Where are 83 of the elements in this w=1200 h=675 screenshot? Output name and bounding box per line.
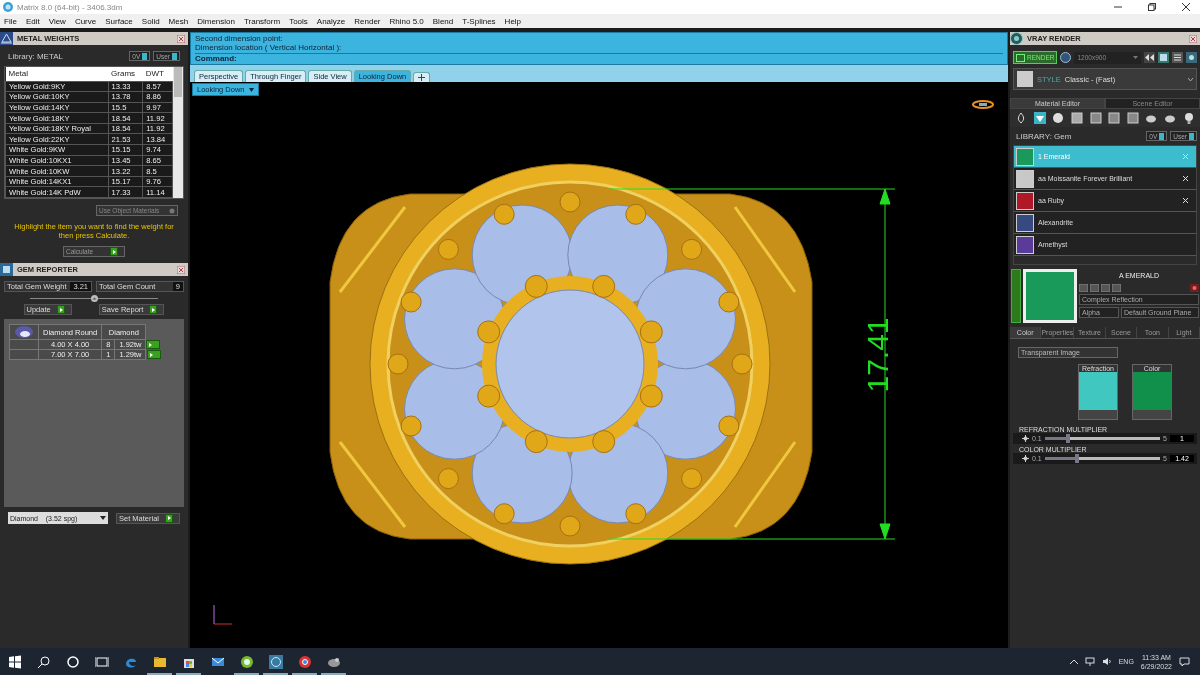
slider-thumb[interactable] [1075, 454, 1080, 463]
task-view-icon[interactable] [94, 654, 109, 669]
slider-thumb[interactable] [1065, 434, 1070, 443]
app-icon [268, 654, 283, 669]
list-icon[interactable] [1172, 52, 1183, 63]
menu-item[interactable]: Render [354, 16, 381, 26]
app-icon [239, 654, 254, 669]
globe-icon[interactable] [1060, 52, 1072, 63]
menu-item[interactable]: Blend [432, 16, 454, 26]
remove-icon[interactable] [1183, 176, 1188, 181]
render-logo-icon [1010, 32, 1023, 45]
window-icon[interactable] [1158, 52, 1169, 63]
chevron-up-icon[interactable] [1069, 659, 1078, 664]
command-history-line: Second dimension point: [195, 34, 284, 43]
menu-item[interactable]: Tools [289, 16, 308, 26]
command-history-line: Dimension location ( Vertical Horizontal ): [195, 43, 343, 52]
menu-item[interactable]: Help [504, 16, 522, 26]
menu-item[interactable]: Solid [141, 16, 160, 26]
play-icon [110, 247, 118, 257]
close-icon[interactable] [1182, 3, 1190, 11]
menu-item[interactable]: File [4, 16, 17, 26]
remove-icon[interactable] [1183, 198, 1188, 203]
caret-icon [248, 87, 254, 92]
menu-item[interactable]: Surface [105, 16, 133, 26]
slider-track[interactable] [1044, 437, 1161, 440]
menu-item[interactable]: View [48, 16, 66, 26]
scrollbar[interactable] [173, 67, 183, 199]
play-icon [56, 305, 65, 315]
network-icon[interactable] [1084, 657, 1095, 666]
maximize-icon[interactable] [1148, 3, 1156, 11]
column-header: Metal [5, 67, 109, 81]
photo-placeholder [1017, 71, 1033, 87]
window-title: Matrix 8.0 (64-bit) - 3406.3dm [17, 2, 123, 12]
scale-icon [0, 32, 13, 45]
slider-track[interactable] [1044, 457, 1161, 460]
rewind-icon[interactable] [1144, 52, 1155, 63]
caret-icon [99, 516, 106, 521]
select-button[interactable] [146, 350, 161, 360]
render-icon [1016, 53, 1025, 62]
menu-item[interactable]: T-Splines [462, 16, 496, 26]
menu-item[interactable]: Dimension [197, 16, 235, 26]
command-prompt[interactable]: Command: [195, 53, 1003, 63]
browser-icon [297, 654, 312, 669]
notification-icon[interactable] [1179, 656, 1190, 667]
gem-report-icon [0, 263, 13, 277]
play-icon [165, 513, 173, 523]
menu-item[interactable]: Edit [25, 16, 40, 26]
speaker-icon[interactable] [1101, 657, 1112, 666]
library-label: Library: METAL [8, 51, 64, 61]
sun-icon [1022, 435, 1029, 442]
settings-icon[interactable] [1186, 52, 1197, 63]
axis-icon [212, 604, 234, 626]
windows-start-icon[interactable] [7, 654, 22, 669]
minimize-icon[interactable] [1114, 3, 1122, 11]
caret-icon [1133, 56, 1138, 59]
menu-item[interactable]: Analyze [316, 16, 346, 26]
circle-icon[interactable] [65, 654, 80, 669]
collapse-icon[interactable] [90, 294, 98, 302]
gem-icon[interactable] [1033, 112, 1046, 124]
sun-icon [1022, 455, 1029, 462]
ring-icon[interactable] [972, 100, 994, 109]
app-logo-icon [3, 2, 13, 12]
select-button[interactable] [146, 340, 161, 350]
menu-item[interactable]: Mesh [168, 16, 189, 26]
menu-item[interactable]: Transform [243, 16, 281, 26]
bulb-icon[interactable] [1182, 112, 1195, 124]
search-icon[interactable] [36, 654, 51, 669]
dimension-value: 17.41 [860, 317, 895, 393]
menu-item[interactable]: Rhino 5.0 [389, 16, 424, 26]
plus-icon [418, 74, 426, 81]
caret-icon [1188, 77, 1193, 81]
photo-placeholder [1023, 269, 1077, 323]
column-header: Grams [108, 67, 143, 81]
delete-icon[interactable] [1190, 284, 1199, 292]
play-icon [149, 305, 158, 315]
menu-item[interactable]: Curve [74, 16, 97, 26]
sphere-icon[interactable] [1052, 112, 1065, 124]
column-header: DWT [142, 67, 173, 81]
gem-icon [14, 325, 34, 340]
library-label: LIBRARY: Gem [1016, 131, 1073, 141]
circle-icon [169, 207, 175, 214]
square-icon[interactable] [1071, 112, 1084, 124]
folder-icon [152, 654, 167, 669]
